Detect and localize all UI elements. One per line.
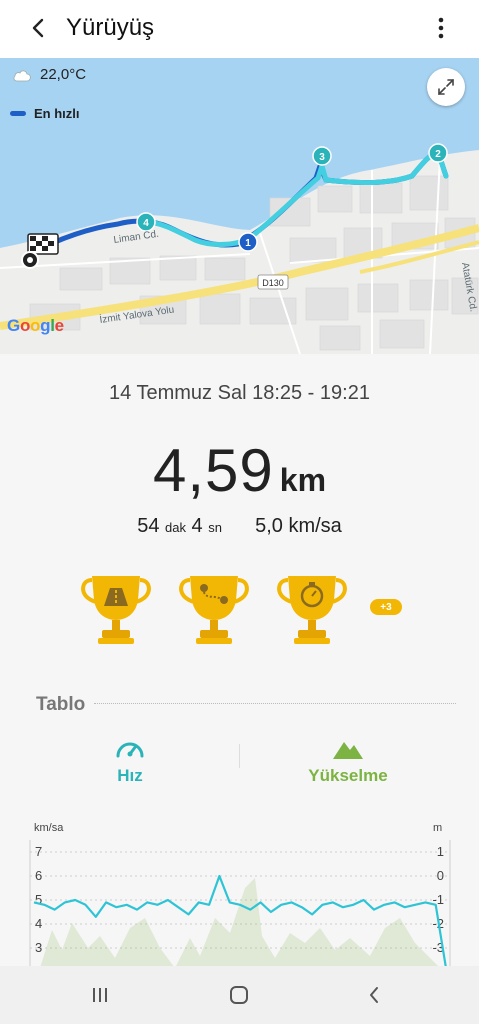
route-marker-2: 2 bbox=[435, 149, 441, 160]
map-canvas: 1 2 3 4 D130 Liman Cd. İzmit Yalova Yolu… bbox=[0, 58, 479, 354]
legend-label: En hızlı bbox=[34, 106, 80, 121]
right-tick-label: 1 bbox=[437, 844, 444, 859]
route-marker-4: 4 bbox=[143, 218, 149, 229]
stopwatch-trophy-icon[interactable] bbox=[274, 570, 350, 646]
route-marker-3: 3 bbox=[319, 152, 325, 163]
duration-minutes-unit: dak bbox=[165, 520, 186, 535]
recent-apps-button[interactable] bbox=[80, 978, 120, 1012]
google-logo: Google bbox=[7, 316, 64, 335]
page-title: Yürüyüş bbox=[66, 14, 155, 41]
speedometer-icon bbox=[116, 742, 144, 758]
date-range: 14 Temmuz Sal 18:25 - 19:21 bbox=[109, 382, 370, 404]
cloud-icon bbox=[13, 69, 31, 81]
more-options-button[interactable] bbox=[425, 12, 457, 44]
nav-back-button[interactable] bbox=[354, 978, 394, 1012]
left-tick-label: 6 bbox=[35, 868, 42, 883]
chevron-left-icon bbox=[32, 18, 44, 38]
mountain-icon bbox=[333, 742, 363, 759]
distance-unit: km bbox=[279, 462, 327, 498]
route-marker-1: 1 bbox=[245, 238, 251, 249]
duration-seconds: 4 bbox=[191, 515, 203, 537]
left-tick-label: 4 bbox=[35, 916, 42, 931]
temperature-text: 22,0°C bbox=[40, 66, 87, 83]
weather-info: 22,0°C bbox=[12, 66, 86, 83]
tab-elevation-label: Yükselme bbox=[308, 766, 388, 785]
distance-value: 4,59 bbox=[152, 437, 274, 504]
tab-speed[interactable]: Hız bbox=[50, 736, 210, 786]
tab-elevation[interactable]: Yükselme bbox=[268, 736, 428, 786]
road-shield-d130: D130 bbox=[262, 278, 284, 288]
duration-speed: 54 dak 4 sn 5,0 km/sa bbox=[0, 515, 479, 538]
duration-minutes: 54 bbox=[137, 515, 160, 537]
trophy-list bbox=[78, 570, 350, 646]
more-trophies-badge[interactable]: +3 bbox=[370, 599, 402, 615]
more-vertical-icon bbox=[438, 17, 444, 39]
back-arrow-icon bbox=[370, 987, 378, 1003]
app-bar: Yürüyüş bbox=[0, 0, 479, 58]
route-trophy-icon[interactable] bbox=[176, 570, 252, 646]
duration-seconds-unit: sn bbox=[208, 520, 222, 535]
tab-speed-label: Hız bbox=[117, 766, 143, 785]
section-divider bbox=[94, 703, 456, 704]
chart-plot: 7 16 05 -14 -23 -3 bbox=[29, 840, 451, 968]
back-button[interactable] bbox=[22, 12, 54, 44]
speed-elevation-chart: km/sa m 7 1 6 0 5 -1 4 -2 3 -3 bbox=[0, 818, 479, 968]
expand-icon bbox=[438, 79, 454, 95]
home-button[interactable] bbox=[219, 978, 259, 1012]
distance: 4,59 km bbox=[0, 436, 479, 505]
elevation-area bbox=[40, 878, 440, 968]
home-icon bbox=[230, 986, 248, 1004]
system-nav-bar bbox=[0, 966, 479, 1024]
recent-apps-icon bbox=[93, 988, 107, 1002]
left-tick-label: 7 bbox=[35, 844, 42, 859]
map-legend: En hızlı bbox=[10, 106, 80, 121]
distance-trophy-icon[interactable] bbox=[78, 570, 154, 646]
right-tick-label: 0 bbox=[437, 868, 444, 883]
left-tick-label: 3 bbox=[35, 940, 42, 955]
expand-map-button[interactable] bbox=[427, 68, 465, 106]
route-map[interactable]: 1 2 3 4 D130 Liman Cd. İzmit Yalova Yolu… bbox=[0, 58, 479, 354]
avg-speed: 5,0 km/sa bbox=[255, 515, 342, 537]
tab-divider bbox=[239, 744, 240, 768]
legend-swatch bbox=[10, 111, 26, 116]
section-title-table: Tablo bbox=[36, 694, 86, 715]
